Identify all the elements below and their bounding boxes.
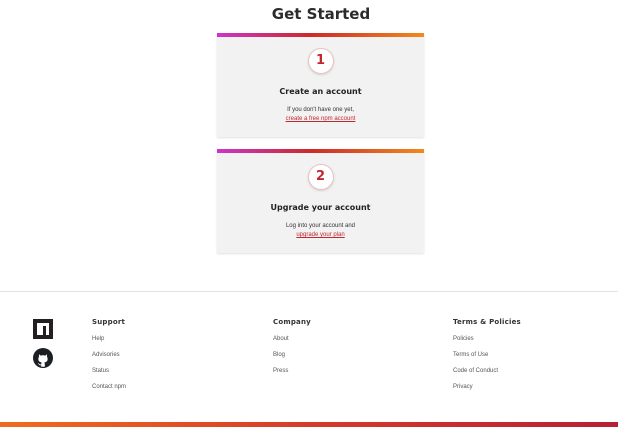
footer-link-terms-of-use[interactable]: Terms of Use: [453, 351, 521, 367]
footer-heading-terms: Terms & Policies: [453, 318, 521, 326]
footer-link-blog[interactable]: Blog: [273, 351, 311, 367]
card-title: Upgrade your account: [270, 203, 371, 212]
footer-heading-support: Support: [92, 318, 126, 326]
footer-link-privacy[interactable]: Privacy: [453, 383, 521, 399]
footer-divider: [0, 291, 618, 292]
card-accent-bar: [217, 149, 424, 153]
footer-link-status[interactable]: Status: [92, 367, 126, 383]
card-description-text: If you don't have one yet,: [287, 107, 354, 113]
footer-link-help[interactable]: Help: [92, 335, 126, 351]
footer-link-contact-npm[interactable]: Contact npm: [92, 383, 126, 399]
footer-link-about[interactable]: About: [273, 335, 311, 351]
github-icon[interactable]: [33, 348, 53, 368]
page-title: Get Started: [271, 5, 371, 23]
create-account-link[interactable]: create a free npm account: [286, 116, 356, 122]
footer-column-company: Company About Blog Press: [273, 318, 311, 383]
step-number-badge: 1: [308, 49, 333, 73]
footer-link-press[interactable]: Press: [273, 367, 311, 383]
footer-heading-company: Company: [273, 318, 311, 326]
step-card-upgrade-account: 2 Upgrade your account Log into your acc…: [217, 149, 424, 253]
footer-link-policies[interactable]: Policies: [453, 335, 521, 351]
card-description-text: Log into your account and: [285, 223, 356, 229]
step-number-badge: 2: [308, 165, 333, 189]
card-description: If you don't have one yet, create a free…: [217, 106, 424, 124]
footer-link-advisories[interactable]: Advisories: [92, 351, 126, 367]
footer-link-code-of-conduct[interactable]: Code of Conduct: [453, 367, 521, 383]
step-card-create-account: 1 Create an account If you don't have on…: [217, 33, 424, 137]
footer-column-terms: Terms & Policies Policies Terms of Use C…: [453, 318, 521, 399]
card-accent-bar: [217, 33, 424, 37]
card-title: Create an account: [279, 87, 362, 96]
footer-accent-bar: [0, 422, 618, 427]
footer-column-support: Support Help Advisories Status Contact n…: [92, 318, 126, 399]
upgrade-plan-link[interactable]: upgrade your plan: [296, 232, 344, 238]
npm-logo-icon[interactable]: [33, 319, 53, 339]
card-description: Log into your account and upgrade your p…: [217, 222, 424, 240]
